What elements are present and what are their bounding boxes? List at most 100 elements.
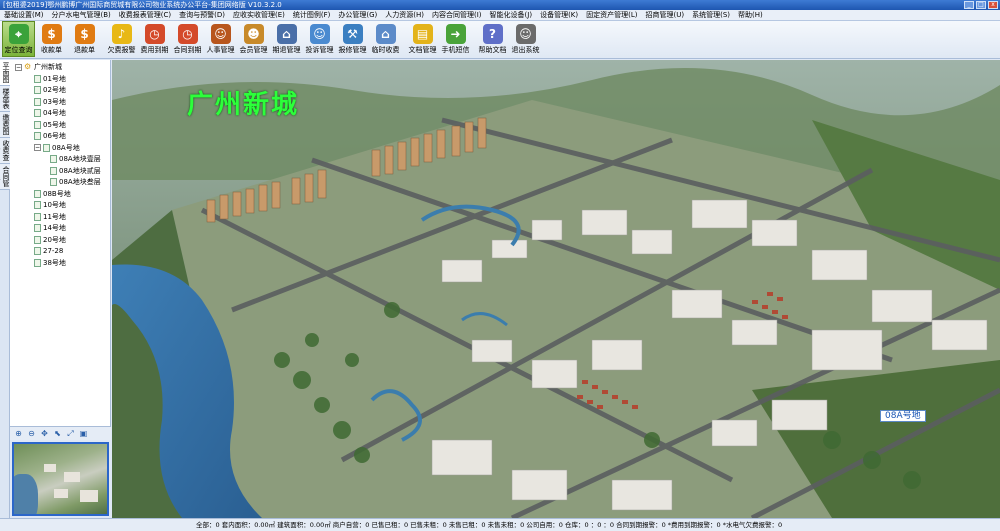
floor-icon	[50, 178, 57, 186]
menu-item[interactable]: 内容合同管理(I)	[428, 10, 486, 20]
tree-plot-node[interactable]: 02号地	[34, 85, 66, 95]
dollar-coin-icon: $	[41, 24, 62, 44]
plot-label-08a[interactable]: 08A号地	[880, 410, 926, 422]
toolbar-button-label: 投诉管理	[305, 46, 334, 54]
toolbar-button[interactable]: ? 帮助文档	[476, 21, 509, 57]
plot-icon	[34, 97, 41, 106]
toolbar-button[interactable]: ☻ 会员管理	[237, 21, 270, 57]
toolbar-button[interactable]: ◷ 合同到期	[171, 21, 204, 57]
toolbar-button[interactable]: ☺ 人事管理	[204, 21, 237, 57]
plot-icon	[34, 74, 41, 83]
main-toolbar: ⌖ 定位查询 $ 收款单 $ 退款单 ♪ 欠费报警 ◷ 费用到期 ◷ 合同到期 ☺ 人事管理 ☻ 会员管理 ⌂ 期…	[0, 21, 1000, 59]
menu-item[interactable]: 查询与预警(D)	[175, 10, 229, 20]
minimap-block	[44, 464, 56, 472]
pan-icon[interactable]: ✥	[39, 428, 50, 439]
tree-node-label: 广州新城	[34, 63, 62, 71]
tree-node-label: 08B号地	[43, 189, 71, 198]
side-tab[interactable]: 缴费图	[0, 112, 10, 138]
zoom-in-icon[interactable]: ⊕	[13, 428, 24, 439]
tree-plot-node[interactable]: 11号地	[34, 212, 66, 222]
toolbar-button[interactable]: ⚒ 报修管理	[336, 21, 369, 57]
minimize-button[interactable]: _	[964, 1, 974, 9]
tree-node-label: 03号地	[43, 97, 66, 106]
side-tab[interactable]: 楼盘表	[0, 86, 10, 112]
close-button[interactable]: x	[988, 1, 998, 9]
tree-plot-node[interactable]: 03号地	[34, 97, 66, 107]
menu-item[interactable]: 智能化设备(J)	[486, 10, 537, 20]
store-icon: ⌂	[375, 24, 396, 44]
tree-node-label: 10号地	[43, 201, 66, 209]
side-tab[interactable]: 合同管理	[0, 164, 10, 190]
toolbar-button-label: 退出系统	[511, 46, 540, 54]
toolbar-button[interactable]: ◷ 费用到期	[138, 21, 171, 57]
toolbar-button[interactable]: ♪ 欠费报警	[105, 21, 138, 57]
tree-node-label: 01号地	[43, 74, 66, 83]
tree-node-label: 38号地	[43, 258, 66, 267]
tree-plot-node[interactable]: 08B号地	[34, 189, 71, 199]
tree-floor-node[interactable]: 08A地块贰层	[50, 166, 101, 176]
toolbar-button[interactable]: ▤ 文档管理	[406, 21, 439, 57]
menu-item[interactable]: 招商管理(U)	[642, 10, 689, 20]
zoom-out-icon[interactable]: ⊖	[26, 428, 37, 439]
menu-item[interactable]: 系统管理(S)	[688, 10, 734, 20]
toolbar-button[interactable]: $ 退款单	[68, 21, 101, 57]
plot-icon	[34, 86, 41, 94]
toolbar-button[interactable]: ⌂ 临时收费	[369, 21, 402, 57]
location-pin-icon: ⌖	[8, 24, 29, 44]
tree-floor-node[interactable]: 08A地块壹层	[50, 154, 101, 164]
select-icon[interactable]: ⬉	[52, 428, 63, 439]
toolbar-button[interactable]: ⌖ 定位查询	[2, 21, 35, 57]
collapse-toggle-icon[interactable]: −	[15, 63, 22, 71]
members-icon: ☻	[243, 24, 264, 44]
maximize-button[interactable]: □	[976, 1, 986, 9]
menu-item[interactable]: 人力资源(H)	[381, 10, 428, 20]
tree-plot-node[interactable]: 05号地	[34, 120, 66, 130]
toolbar-button[interactable]: ☺ 退出系统	[509, 21, 542, 57]
side-tabs: 平面图楼盘表缴费图收费查询合同管理	[0, 60, 10, 520]
toolbar-button[interactable]: ⌂ 期退管理	[270, 21, 303, 57]
collapse-toggle-icon[interactable]: −	[34, 144, 41, 151]
menu-item[interactable]: 应收实收管理(E)	[229, 10, 289, 20]
floor-icon	[50, 166, 57, 175]
toolbar-button-label: 人事管理	[206, 46, 235, 54]
tree-plot-node[interactable]: 10号地	[34, 200, 66, 210]
tree-plot-node[interactable]: 20号地	[34, 235, 66, 245]
tree-root-node[interactable]: − ⚙ 广州新城	[15, 62, 62, 72]
tree-plot-node[interactable]: 06号地	[34, 131, 66, 141]
menu-item[interactable]: 分户水电气管理(B)	[48, 10, 115, 20]
tree-plot-node[interactable]: − 08A号地	[34, 143, 80, 153]
minimap-block	[54, 489, 68, 498]
map-title: 广州新城	[187, 90, 300, 120]
menu-item[interactable]: 帮助(H)	[734, 10, 767, 20]
area-tree: − ⚙ 广州新城 01号地 02号地 03号地 04号地 05号地 06号地 −08A号地 08A地…	[10, 60, 111, 426]
aerial-map-view[interactable]: 广州新城 08A号地	[112, 60, 1000, 518]
tree-plot-node[interactable]: 04号地	[34, 108, 66, 118]
fit-icon[interactable]: ▣	[78, 428, 89, 439]
side-tab[interactable]: 收费查询	[0, 138, 10, 164]
toolbar-button[interactable]: ➜ 手机短信	[439, 21, 472, 57]
minimap-block	[64, 472, 80, 482]
plot-icon	[34, 109, 41, 117]
toolbar-button-label: 报修管理	[338, 46, 367, 54]
tree-plot-node[interactable]: 38号地	[34, 258, 66, 268]
toolbar-button-label: 欠费报警	[107, 46, 136, 54]
clock-icon: ◷	[144, 24, 165, 44]
menu-item[interactable]: 基础设置(M)	[0, 10, 48, 20]
toolbar-button[interactable]: ☺ 投诉管理	[303, 21, 336, 57]
tree-plot-node[interactable]: 01号地	[34, 74, 66, 84]
tree-plot-node[interactable]: 27-28	[34, 246, 63, 256]
overview-minimap[interactable]	[12, 442, 109, 516]
menu-item[interactable]: 设备管理(K)	[536, 10, 582, 20]
tree-floor-node[interactable]: 08A地块叁层	[50, 177, 101, 187]
menu-item[interactable]: 收费报表管理(C)	[115, 10, 175, 20]
menu-item[interactable]: 办公管理(G)	[334, 10, 381, 20]
menu-item[interactable]: 统计图例(F)	[289, 10, 335, 20]
menu-item[interactable]: 固定资产管理(L)	[582, 10, 641, 20]
side-tab[interactable]: 平面图	[0, 60, 10, 86]
person-icon: ☺	[210, 24, 231, 44]
toolbar-button[interactable]: $ 收款单	[35, 21, 68, 57]
tree-node-label: 27-28	[43, 247, 64, 255]
full-extent-icon[interactable]: ⤢	[65, 428, 76, 439]
minimap-lake	[14, 474, 38, 514]
tree-plot-node[interactable]: 14号地	[34, 223, 66, 233]
